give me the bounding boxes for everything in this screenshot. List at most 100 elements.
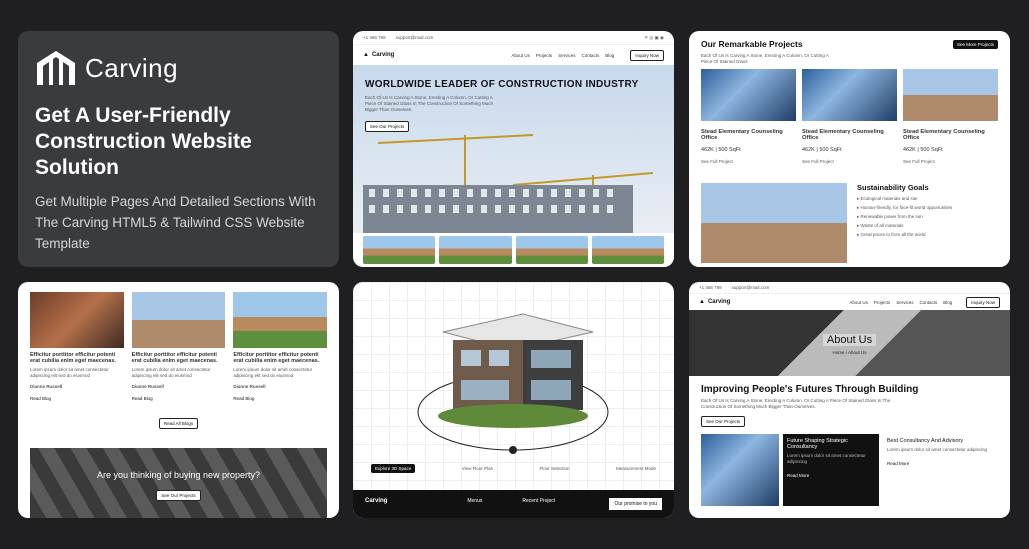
about-page-preview[interactable]: +1 456 789 support@mail.com ▲ Carving Abo… — [689, 282, 1010, 518]
house-footer: Carving Menus Recent Project Our promise… — [353, 490, 674, 518]
blog-title: Efficitur porttitor efficitur potenti er… — [233, 352, 320, 364]
blog-card[interactable]: Efficitur porttitor efficitur potenti er… — [233, 292, 328, 402]
project-card[interactable]: Stead Elementary Counseling Office 462K … — [701, 69, 796, 165]
project-link[interactable]: See Full Project — [802, 159, 897, 165]
gallery-image — [591, 236, 664, 264]
construction-crane-illustration — [363, 134, 654, 233]
blog-card[interactable]: Efficitur porttitor efficitur potenti er… — [30, 292, 124, 402]
about-projects-button[interactable]: See Our Projects — [701, 416, 746, 427]
blog-author: Dianne Russell — [233, 384, 266, 389]
project-link[interactable]: See Full Project — [701, 159, 796, 165]
project-name: Stead Elementary Counseling Office — [802, 129, 884, 141]
project-price: 462K | 500 SqFt — [802, 147, 842, 153]
read-all-blogs-button[interactable]: Read All Blogs — [158, 418, 199, 429]
about-banner: About Us Home / About Us — [689, 310, 1010, 376]
about-subtext: Each Of Us Is Carving A Stone, Erecting … — [701, 398, 891, 409]
consultancy-card[interactable]: Future Shaping Strategic Consultancy Lor… — [783, 434, 879, 506]
gallery-image — [363, 236, 436, 264]
blog-card[interactable]: Efficitur porttitor efficitur potenti er… — [131, 292, 226, 402]
read-blog-link[interactable]: Read Blog — [233, 396, 327, 402]
about-title: About Us — [822, 334, 877, 346]
breadcrumb: Home / About Us — [832, 350, 867, 355]
blog-image — [233, 292, 328, 348]
projects-header: Our Remarkable Projects See More Project… — [689, 31, 1010, 53]
nav-link[interactable]: Blog — [943, 300, 952, 305]
worker-image — [701, 183, 847, 263]
project-image — [701, 69, 796, 121]
top-bar: +1 456 789 support@mail.com ✕ ◎ ▣ ◉ — [353, 31, 674, 45]
house-3d-model — [417, 313, 609, 454]
nav-link[interactable]: Services — [896, 300, 913, 305]
footer-col: Menus — [467, 498, 483, 504]
about-navbar: ▲ Carving About Us Projects Services Con… — [689, 294, 1010, 310]
blog-image — [131, 292, 226, 348]
house-page-preview[interactable]: Explore 3D Space View Floor Plan Floor S… — [353, 282, 674, 518]
advisory-card[interactable]: Best Consultancy And Advisory Lorem ipsu… — [883, 434, 998, 506]
banner-button[interactable]: See Our Projects — [156, 490, 201, 501]
promise-box: Our promise to you — [609, 498, 662, 510]
nav-link[interactable]: About Us — [511, 53, 530, 58]
read-blog-link[interactable]: Read Blog — [132, 396, 226, 402]
about-cards: Future Shaping Strategic Consultancy Lor… — [689, 428, 1010, 506]
blog-page-preview[interactable]: Efficitur porttitor efficitur potenti er… — [18, 282, 339, 518]
card-link[interactable]: Read More — [887, 461, 994, 467]
footer-brand: Carving — [365, 498, 388, 504]
explore-3d-button[interactable]: Explore 3D Space — [371, 464, 416, 473]
footer-col: Recent Project — [522, 498, 556, 504]
project-image — [802, 69, 897, 121]
home-navbar: ▲ Carving About Us Projects Services Con… — [353, 45, 674, 65]
banner-title: Are you thinking of buying new property? — [96, 470, 261, 480]
goals-title: Sustainability Goals — [857, 183, 929, 192]
nav-link[interactable]: Services — [558, 53, 575, 58]
floor-selection-button[interactable]: Floor Selection — [540, 466, 570, 472]
nav-link[interactable]: Contacts — [919, 300, 937, 305]
projects-page-preview[interactable]: Our Remarkable Projects See More Project… — [689, 31, 1010, 267]
blog-title: Efficitur porttitor efficitur potenti er… — [131, 352, 218, 364]
hero-card: Carving Get A User-Friendly Construction… — [18, 31, 339, 267]
project-name: Stead Elementary Counseling Office — [701, 129, 783, 141]
nav-link[interactable]: Blog — [605, 53, 614, 58]
about-logo: ▲ Carving — [699, 299, 731, 305]
sustainability-section: Sustainability Goals ▸ Ecological materi… — [689, 165, 1010, 263]
home-hero: WORLDWIDE LEADER OF CONSTRUCTION INDUSTR… — [353, 65, 674, 233]
inquiry-button[interactable]: Inquiry Now — [966, 296, 1000, 308]
about-image — [701, 434, 779, 506]
house-toolbar: Explore 3D Space View Floor Plan Floor S… — [371, 464, 656, 473]
project-price: 462K | 500 SqFt — [903, 147, 943, 153]
blog-title: Efficitur porttitor efficitur potenti er… — [30, 352, 116, 364]
project-name: Stead Elementary Counseling Office — [903, 129, 985, 141]
blog-author: Dianne Russell — [30, 384, 63, 389]
project-card[interactable]: Stead Elementary Counseling Office 462K … — [802, 69, 897, 165]
blog-author: Dianne Russell — [131, 384, 164, 389]
blog-image — [30, 292, 124, 348]
gallery-image — [439, 236, 512, 264]
inquiry-button[interactable]: Inquiry Now — [630, 49, 664, 61]
project-link[interactable]: See Full Project — [903, 159, 998, 165]
home-page-preview[interactable]: +1 456 789 support@mail.com ✕ ◎ ▣ ◉ ▲ Car… — [353, 31, 674, 267]
read-blog-link[interactable]: Read Blog — [30, 396, 124, 402]
hero-title: Get A User-Friendly Construction Website… — [35, 104, 252, 179]
card-title: Best Consultancy And Advisory — [887, 438, 964, 444]
property-banner: Are you thinking of buying new property?… — [30, 448, 327, 518]
projects-grid: Stead Elementary Counseling Office 462K … — [689, 65, 1010, 165]
floor-plan-button[interactable]: View Floor Plan — [462, 466, 493, 472]
about-headline: Improving People's Futures Through Build… — [701, 384, 919, 395]
measurement-button[interactable]: Measurement Mode — [616, 466, 656, 472]
hero-description: Get Multiple Pages And Detailed Sections… — [35, 194, 316, 251]
blog-grid: Efficitur porttitor efficitur potenti er… — [18, 282, 339, 402]
nav-link[interactable]: About Us — [849, 300, 868, 305]
home-logo: ▲ Carving — [363, 52, 395, 58]
gallery-image — [515, 236, 588, 264]
nav-link[interactable]: Projects — [536, 53, 552, 58]
card-title: Future Shaping Strategic Consultancy — [787, 438, 848, 450]
project-card[interactable]: Stead Elementary Counseling Office 462K … — [903, 69, 998, 165]
projects-title: Our Remarkable Projects — [701, 39, 803, 49]
card-link[interactable]: Read More — [787, 473, 875, 479]
brand-logo: Carving — [35, 49, 322, 87]
see-more-projects-button[interactable]: See More Projects — [952, 39, 998, 49]
nav-link[interactable]: Projects — [874, 300, 890, 305]
nav-link[interactable]: Contacts — [581, 53, 599, 58]
home-gallery — [353, 233, 674, 267]
project-image — [903, 69, 998, 121]
carving-logo-icon — [37, 51, 75, 85]
